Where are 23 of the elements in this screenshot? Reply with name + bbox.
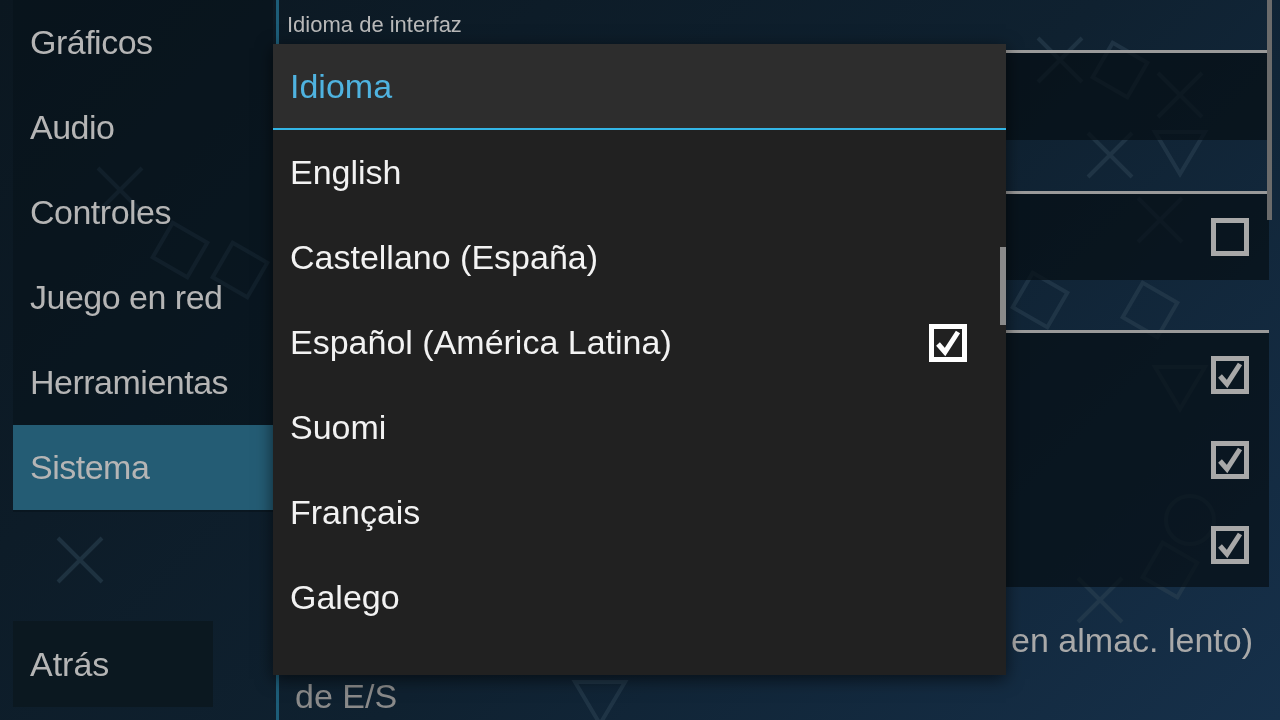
sidebar-item[interactable]: Gráficos xyxy=(13,0,273,85)
checked-checkbox[interactable] xyxy=(1211,356,1249,395)
back-button[interactable]: Atrás xyxy=(13,621,213,707)
language-option[interactable]: Galego xyxy=(273,555,1000,640)
language-option[interactable]: Suomi xyxy=(273,385,1000,470)
language-option[interactable]: Français xyxy=(273,470,1000,555)
language-option[interactable]: Castellano (España) xyxy=(273,215,1000,300)
setting-title: de E/S xyxy=(295,677,398,717)
sidebar-item[interactable]: Juego en red xyxy=(13,255,273,340)
checked-checkbox[interactable] xyxy=(1211,525,1249,564)
sidebar-item[interactable]: Controles xyxy=(13,170,273,255)
scrollbar[interactable] xyxy=(1267,0,1272,220)
checked-checkbox[interactable] xyxy=(1211,441,1249,480)
scrollbar[interactable] xyxy=(1000,247,1006,325)
section-label: Idioma de interfaz xyxy=(286,11,463,39)
sidebar-item[interactable]: Audio xyxy=(13,85,273,170)
setting-value: en almac. lento) xyxy=(1011,621,1253,661)
sidebar-item[interactable]: Sistema xyxy=(13,425,273,510)
sidebar-item[interactable]: Herramientas xyxy=(13,340,273,425)
dialog-title: Idioma xyxy=(290,66,393,106)
checkbox[interactable] xyxy=(1211,218,1249,257)
language-option[interactable]: Español (América Latina) xyxy=(273,300,1000,385)
language-option[interactable]: English xyxy=(273,130,1000,215)
